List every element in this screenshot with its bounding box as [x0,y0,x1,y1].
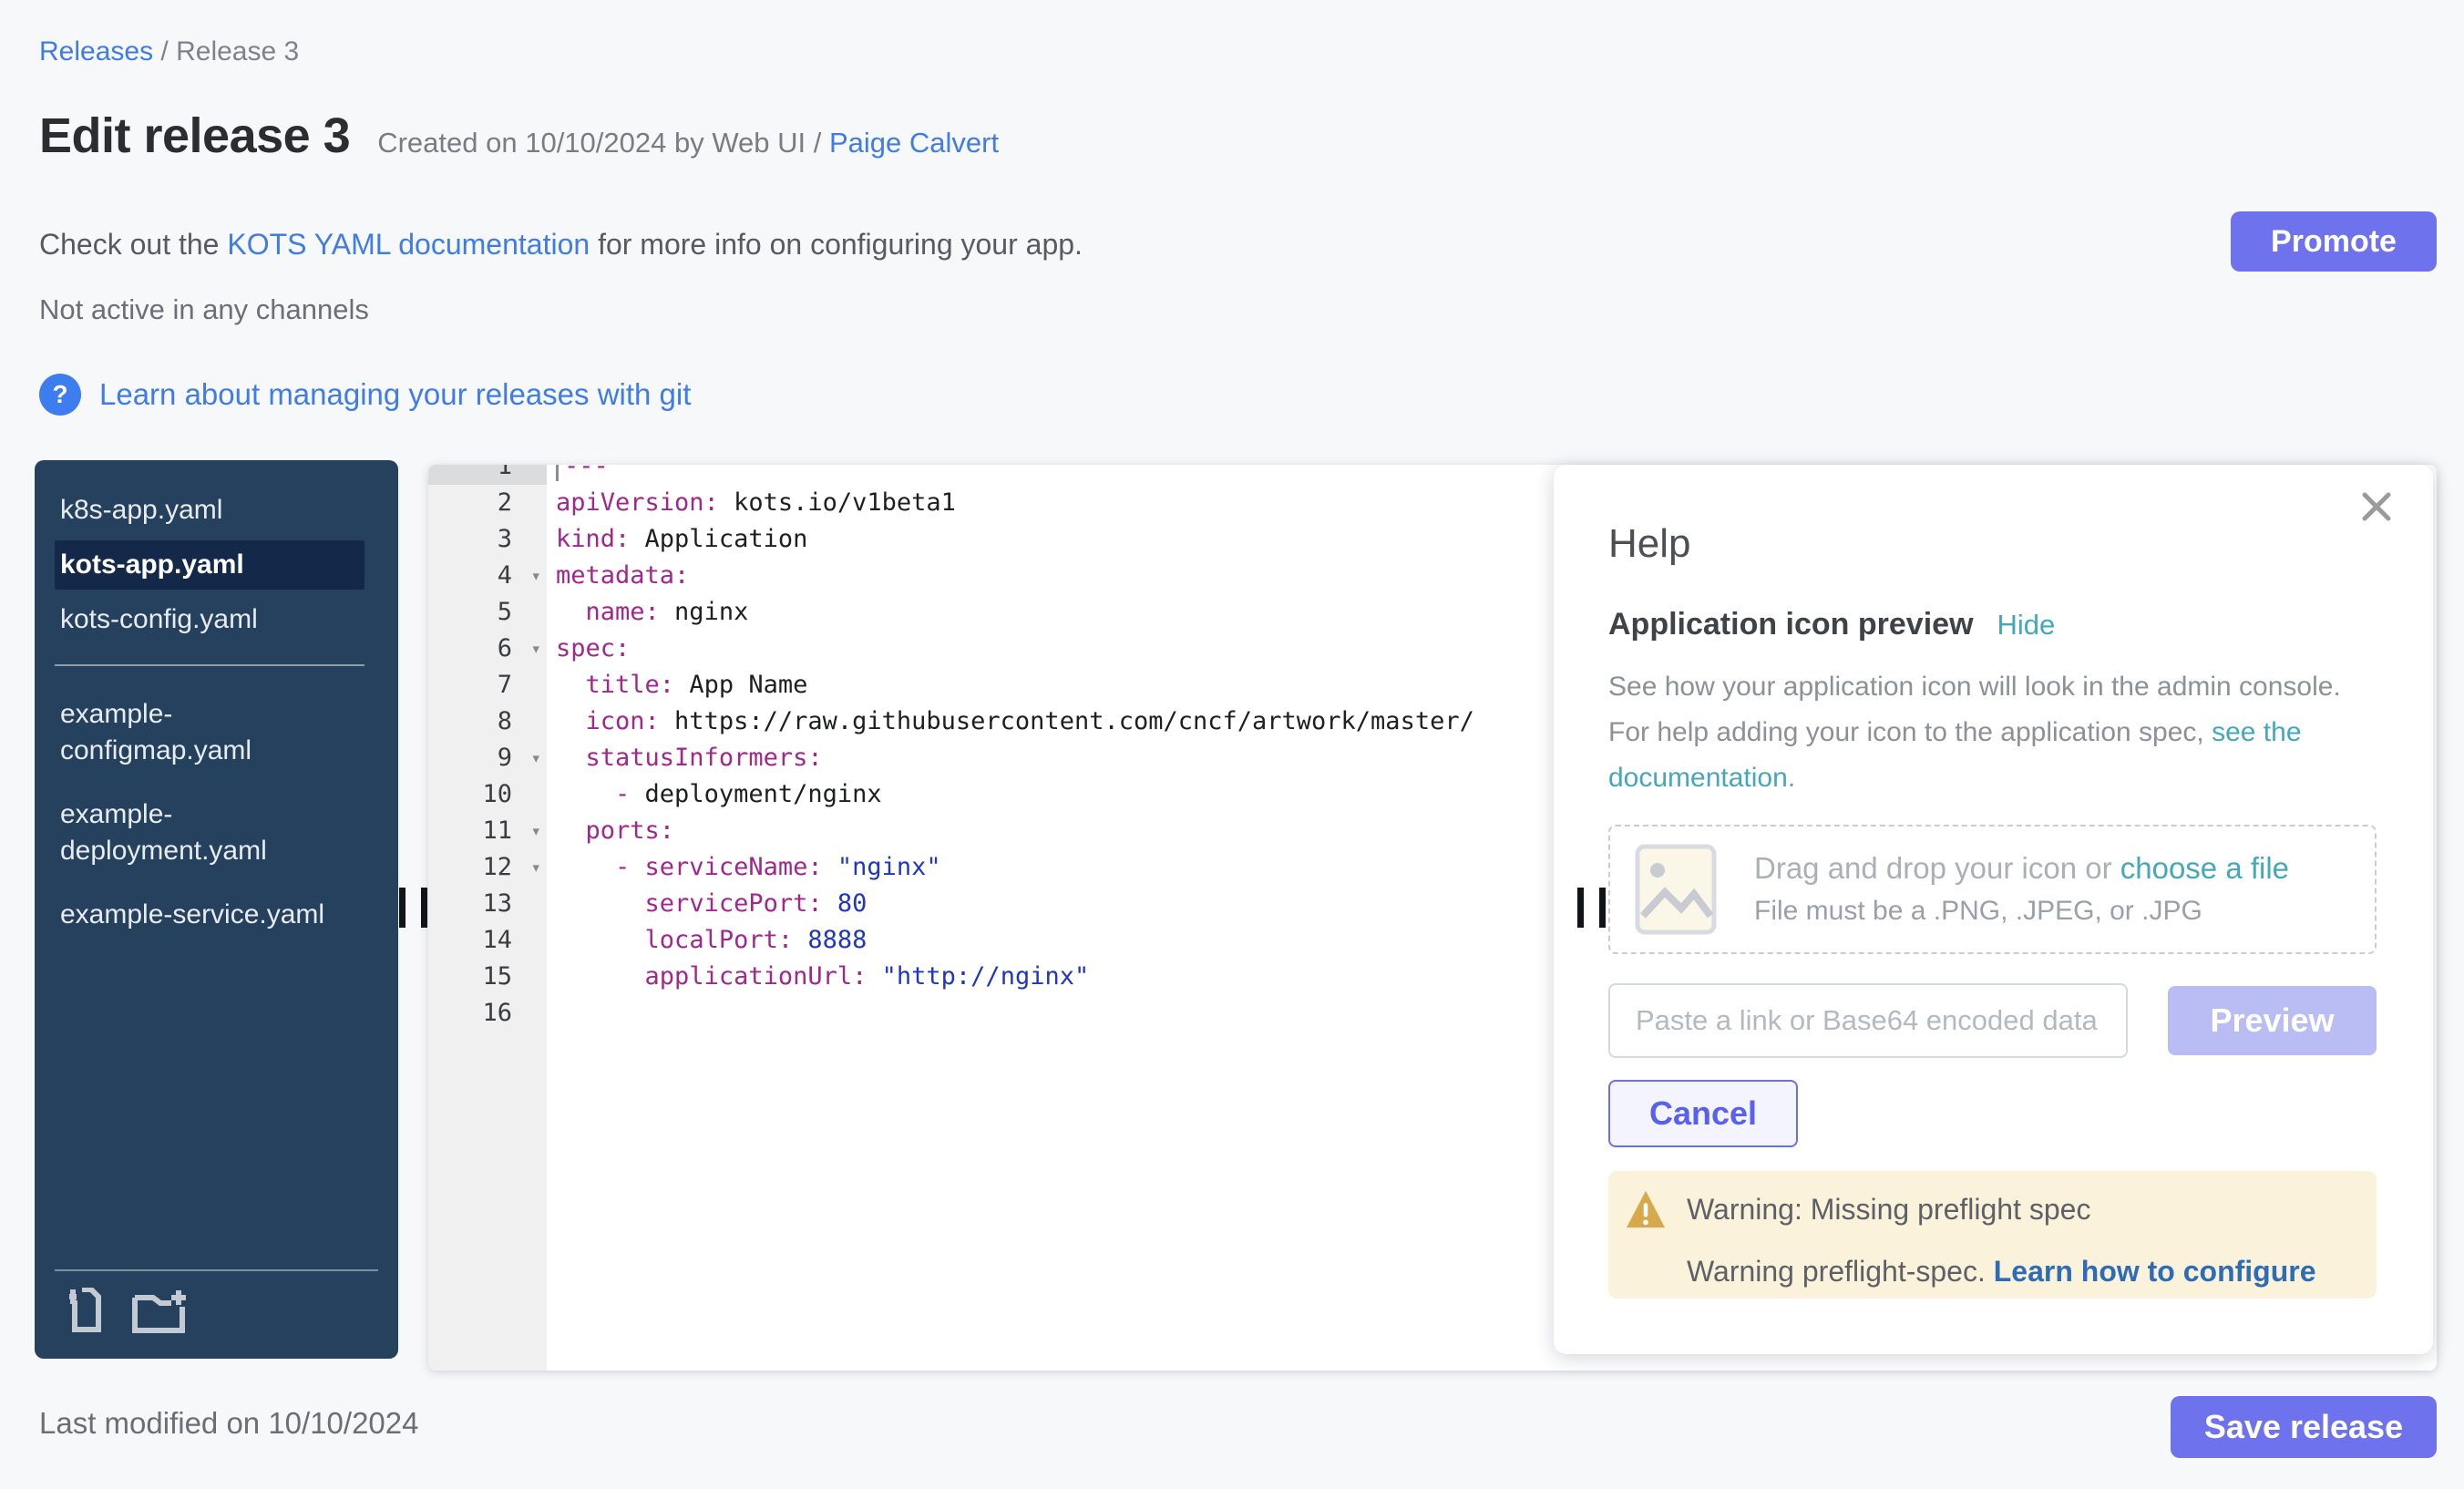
file-tree-sidebar: k8s-app.yaml kots-app.yaml kots-config.yam… [35,460,398,1359]
help-resize-handle[interactable] [1577,888,1606,928]
doc-line: Check out the KOTS YAML documentation fo… [39,228,1083,262]
gutter-line-11: 11▾ [428,813,547,849]
title-row: Edit release 3 Created on 10/10/2024 by … [39,108,999,164]
gutter-line-8: 8 [428,703,547,740]
close-icon[interactable] [2356,487,2397,527]
fold-arrow-icon[interactable]: ▾ [531,740,541,776]
file-group: example-configmap.yaml example-deployment… [55,690,364,940]
gutter-line-7: 7 [428,667,547,703]
warning-detail-text: Warning preflight-spec. [1687,1255,1994,1288]
sidebar-file-example-deployment.yaml[interactable]: example-deployment.yaml [55,790,339,876]
sidebar-resize-handle[interactable] [399,888,427,928]
channel-status: Not active in any channels [39,293,369,326]
icon-url-row: Preview [1608,983,2377,1058]
fold-arrow-icon[interactable]: ▾ [531,631,541,667]
icon-preview-section-header: Application icon preview Hide [1608,607,2377,642]
learn-how-to-configure-link[interactable]: Learn how to configure [1994,1255,2316,1288]
dropzone-text: Drag and drop your icon or choose a file… [1754,847,2289,932]
section-title: Application icon preview [1608,607,1974,642]
created-text: Created on 10/10/2024 by Web UI / [377,127,829,159]
breadcrumb: Releases / Release 3 [39,36,299,67]
sidebar-file-example-configmap.yaml[interactable]: example-configmap.yaml [55,690,339,775]
warning-detail: Warning preflight-spec. Learn how to con… [1687,1255,2349,1289]
save-release-button[interactable]: Save release [2171,1396,2437,1458]
preflight-warning-box: Warning: Missing preflight spec Warning … [1608,1171,2377,1299]
fold-arrow-icon[interactable]: ▾ [531,813,541,849]
add-file-icon[interactable] [67,1288,108,1335]
gutter-line-4: 4▾ [428,558,547,594]
git-releases-link[interactable]: Learn about managing your releases with … [99,377,691,412]
kots-yaml-doc-link[interactable]: KOTS YAML documentation [227,228,590,261]
sidebar-file-example-service.yaml[interactable]: example-service.yaml [55,890,339,940]
file-list: k8s-app.yaml kots-app.yaml kots-config.yam… [35,460,398,940]
edit-release-page: Releases / Release 3 Edit release 3 Crea… [0,0,2464,1489]
preview-button[interactable]: Preview [2168,986,2377,1055]
gutter-line-12: 12▾ [428,849,547,886]
dropzone-text-prefix: Drag and drop your icon or [1754,851,2120,885]
gutter-line-5: 5 [428,594,547,631]
git-help-row: ? Learn about managing your releases wit… [39,374,691,416]
page-title: Edit release 3 [39,108,350,164]
fold-arrow-icon[interactable]: ▾ [531,849,541,886]
doc-prefix: Check out the [39,228,227,261]
cancel-button[interactable]: Cancel [1608,1080,1798,1147]
gutter-line-9: 9▾ [428,740,547,776]
file-list-divider [55,664,364,666]
gutter-line-3: 3 [428,521,547,558]
description-period: . [1788,763,1795,793]
sidebar-actions [55,1269,378,1344]
warning-triangle-icon [1625,1189,1667,1229]
warning-title: Warning: Missing preflight spec [1687,1193,2090,1227]
file-group: k8s-app.yaml kots-app.yaml kots-config.yam… [55,486,364,644]
gutter-line-6: 6▾ [428,631,547,667]
help-panel: Help Application icon preview Hide See h… [1554,465,2433,1354]
add-folder-icon[interactable] [131,1289,190,1334]
image-placeholder-icon [1634,843,1718,936]
doc-suffix: for more info on configuring your app. [590,228,1083,261]
breadcrumb-current: Release 3 [176,36,299,67]
author-link[interactable]: Paige Calvert [829,127,999,159]
gutter-line-14: 14 [428,922,547,959]
question-icon: ? [39,374,81,416]
sidebar-file-k8s-app.yaml[interactable]: k8s-app.yaml [55,486,339,535]
last-modified-text: Last modified on 10/10/2024 [39,1406,418,1441]
gutter-line-10: 10 [428,776,547,813]
icon-dropzone[interactable]: Drag and drop your icon or choose a file… [1608,825,2377,954]
sidebar-file-kots-config.yaml[interactable]: kots-config.yaml [55,595,339,644]
breadcrumb-separator: / [160,36,176,67]
gutter-line-1: 1 [428,465,547,485]
hide-link[interactable]: Hide [1997,609,2056,642]
choose-file-link[interactable]: choose a file [2120,851,2289,885]
editor-gutter: 1234▾56▾789▾1011▾12▾13141516 [428,465,547,1371]
fold-arrow-icon[interactable]: ▾ [531,558,541,594]
sidebar-file-kots-app.yaml[interactable]: kots-app.yaml [55,540,364,590]
gutter-line-16: 16 [428,995,547,1032]
help-description: See how your application icon will look … [1608,664,2377,801]
created-meta: Created on 10/10/2024 by Web UI / Paige … [377,127,999,159]
promote-button[interactable]: Promote [2231,211,2437,272]
help-title: Help [1608,521,2377,567]
breadcrumb-releases-link[interactable]: Releases [39,36,153,67]
text-cursor [556,465,559,481]
dropzone-hint: File must be a .PNG, .JPEG, or .JPG [1754,889,2289,932]
icon-url-input[interactable] [1608,983,2128,1058]
gutter-line-13: 13 [428,886,547,922]
gutter-line-2: 2 [428,485,547,521]
gutter-line-15: 15 [428,959,547,995]
